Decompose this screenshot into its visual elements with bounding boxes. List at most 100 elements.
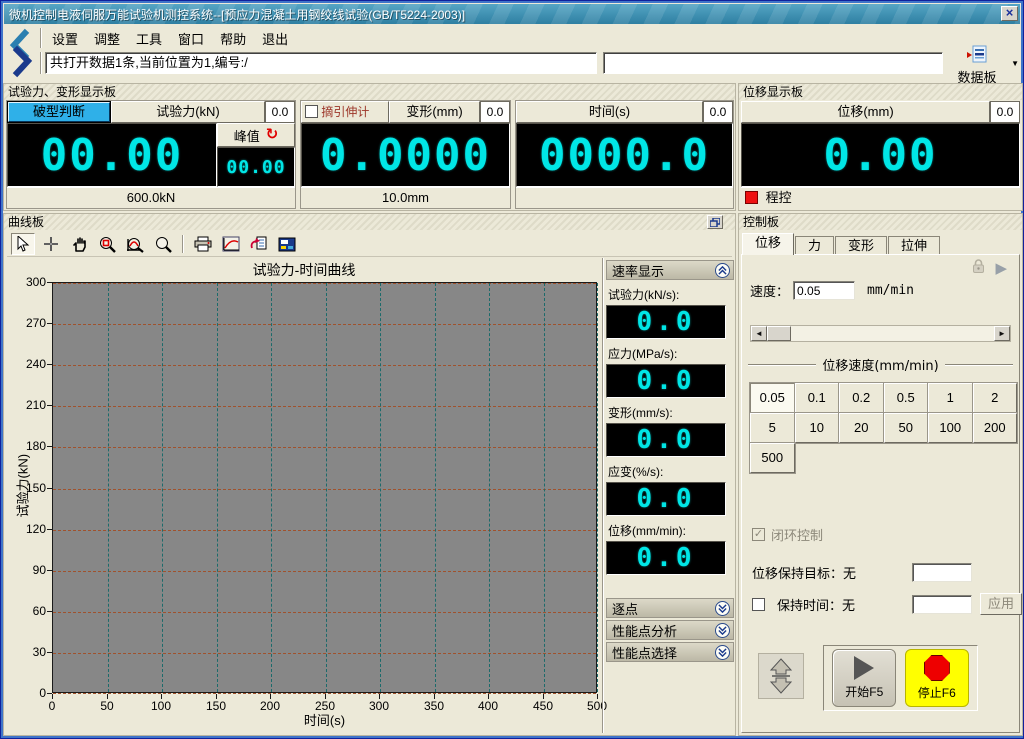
data-view-tool-icon[interactable] (275, 233, 299, 255)
y-tick-mark (47, 611, 52, 612)
menu-item-设置[interactable]: 设置 (45, 27, 85, 50)
speed-option-button[interactable]: 0.5 (884, 383, 929, 413)
speed-input[interactable] (793, 281, 855, 300)
hold-target-input[interactable] (912, 563, 972, 582)
scroll-right-icon[interactable]: ► (994, 326, 1010, 341)
hold-time-checkbox[interactable] (752, 598, 765, 611)
jog-updown-button[interactable] (758, 653, 804, 699)
restore-button[interactable] (707, 215, 723, 229)
x-tick-mark (379, 694, 380, 699)
collapsed-section-性能点分析[interactable]: 性能点分析 (606, 620, 734, 640)
gridline-horizontal (53, 283, 596, 284)
hold-target-label: 位移保持目标：无 (752, 563, 856, 582)
gridline-vertical (326, 283, 327, 692)
close-button[interactable]: × (1001, 6, 1018, 21)
rate-panel-header[interactable]: 速率显示 (606, 260, 734, 280)
zoom-box-tool-icon[interactable] (95, 233, 119, 255)
expand-down-icon[interactable] (715, 645, 730, 660)
deform-value: 0.0000 (320, 130, 491, 181)
apply-button[interactable]: 应用 (980, 593, 1022, 615)
stop-button[interactable]: 停止F6 (905, 649, 969, 707)
speed-option-button[interactable]: 0.05 (750, 383, 795, 413)
start-icon (854, 656, 874, 680)
tab-力[interactable]: 力 (795, 236, 834, 255)
databoard-icon (967, 45, 987, 63)
status-separator (40, 52, 42, 74)
peak-refresh-icon[interactable]: ↻ (266, 128, 279, 142)
speed-option-button[interactable]: 100 (928, 413, 973, 443)
y-tick-label: 180 (8, 439, 46, 453)
collapsed-section-逐点[interactable]: 逐点 (606, 598, 734, 618)
hold-time-input[interactable] (912, 595, 972, 614)
speed-scrollbar[interactable]: ◄ ► (750, 325, 1011, 342)
menu-item-窗口[interactable]: 窗口 (171, 27, 211, 50)
hold-time-label: 保持时间：无 (777, 595, 855, 614)
gridline-horizontal (53, 653, 596, 654)
speed-option-button[interactable]: 0.1 (795, 383, 840, 413)
break-judge-button[interactable]: 破型判断 (7, 101, 111, 123)
pan-hand-tool-icon[interactable] (67, 233, 91, 255)
scroll-left-icon[interactable]: ◄ (751, 326, 767, 341)
menu-item-工具[interactable]: 工具 (129, 27, 169, 50)
menu-item-调整[interactable]: 调整 (87, 27, 127, 50)
speed-option-button[interactable]: 1 (928, 383, 973, 413)
force-header[interactable]: 试验力(kN) (111, 101, 265, 123)
chart-region: 试验力-时间曲线 0306090120150180210240270300050… (6, 258, 602, 735)
deform-range: 10.0mm (301, 187, 510, 208)
peak-bar[interactable]: 峰值 ↻ (217, 123, 295, 147)
expand-down-icon[interactable] (715, 623, 730, 638)
collapsed-section-性能点选择[interactable]: 性能点选择 (606, 642, 734, 662)
expand-down-icon[interactable] (715, 601, 730, 616)
rate-item: 位移(mm/min):0.0 (606, 522, 734, 575)
databoard-caret-icon[interactable]: ▼ (1011, 59, 1019, 68)
plot-area[interactable] (52, 282, 597, 693)
tab-变形[interactable]: 变形 (835, 236, 887, 255)
tab-位移[interactable]: 位移 (742, 233, 794, 255)
curve-panel-caption: 曲线板 (4, 214, 735, 230)
gridline-horizontal (53, 571, 596, 572)
rate-item-label: 试验力(kN/s): (608, 286, 734, 303)
x-tick-mark (107, 694, 108, 699)
speed-option-button[interactable]: 500 (750, 443, 795, 473)
y-tick-mark (47, 570, 52, 571)
force-aux-value: 0.0 (265, 101, 295, 123)
app-window: 微机控制电液伺服万能试验机测控系统--[预应力混凝土用钢绞线试验(GB/T522… (0, 0, 1024, 739)
menu-item-退出[interactable]: 退出 (255, 27, 295, 50)
tab-拉伸[interactable]: 拉伸 (888, 236, 940, 255)
control-tab-body: ▶ 速度： mm/min ◄ ► 位移速度(mm/min) 0.050.10.2… (741, 254, 1020, 733)
zoom-plain-tool-icon[interactable] (151, 233, 175, 255)
control-tabs: 位移力变形拉伸 (742, 233, 941, 255)
program-mode-icon (745, 191, 758, 204)
speed-option-button[interactable]: 10 (795, 413, 840, 443)
time-header[interactable]: 时间(s) (516, 101, 703, 123)
run-arrow-icon: ▶ (995, 259, 1007, 277)
collapsed-section-label: 性能点选择 (612, 643, 677, 662)
curve-style-tool-icon[interactable] (219, 233, 243, 255)
extensometer-cell[interactable]: 摘引伸计 (301, 101, 389, 123)
zoom-curve-tool-icon[interactable] (123, 233, 147, 255)
displacement-header[interactable]: 位移(mm) (741, 101, 990, 123)
extensometer-checkbox[interactable] (305, 105, 318, 118)
displacement-value: 0.00 (824, 130, 938, 181)
peak-value: 00.00 (226, 157, 285, 178)
gridline-horizontal (53, 612, 596, 613)
rate-item-lcd: 0.0 (606, 541, 726, 575)
speed-option-button[interactable]: 50 (884, 413, 929, 443)
deform-header[interactable]: 变形(mm) (389, 101, 480, 123)
speed-option-button[interactable]: 20 (839, 413, 884, 443)
crosshair-tool-icon[interactable] (39, 233, 63, 255)
speed-option-button[interactable]: 5 (750, 413, 795, 443)
speed-option-button[interactable]: 200 (973, 413, 1018, 443)
print-tool-icon[interactable] (191, 233, 215, 255)
export-tool-icon[interactable] (247, 233, 271, 255)
collapse-up-icon[interactable] (715, 263, 730, 278)
speed-option-button[interactable]: 0.2 (839, 383, 884, 413)
speed-option-button[interactable]: 2 (973, 383, 1018, 413)
databoard-button[interactable]: 数据板 ▼ (945, 45, 1009, 81)
scroll-thumb[interactable] (767, 326, 791, 341)
rate-item-label: 应变(%/s): (608, 463, 734, 480)
start-button[interactable]: 开始F5 (832, 649, 896, 707)
x-tick-mark (325, 694, 326, 699)
cursor-tool-icon[interactable] (11, 233, 35, 255)
menu-item-帮助[interactable]: 帮助 (213, 27, 253, 50)
